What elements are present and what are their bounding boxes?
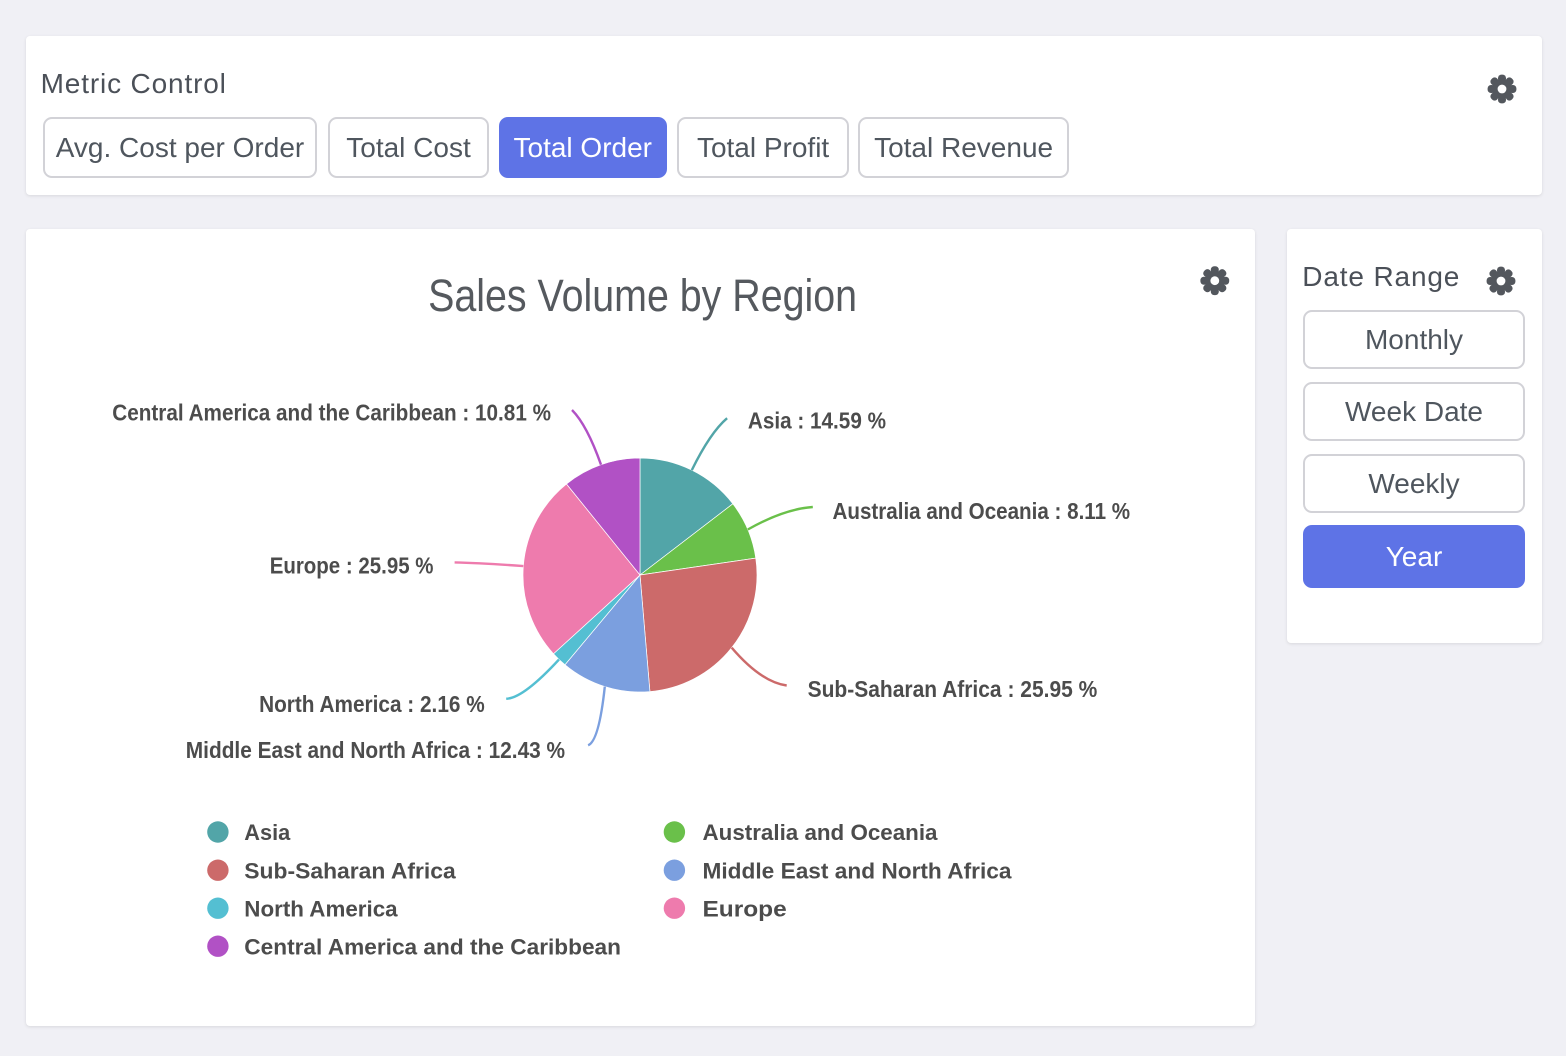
- svg-text:Central America and the Caribb: Central America and the Caribbean : 10.8…: [112, 400, 551, 426]
- svg-text:Central America and the Caribb: Central America and the Caribbean: [244, 934, 621, 959]
- svg-text:Australia and Oceania: Australia and Oceania: [703, 820, 938, 845]
- svg-text:Sub-Saharan Africa : 25.95 %: Sub-Saharan Africa : 25.95 %: [808, 676, 1098, 702]
- svg-text:Middle East and North Africa :: Middle East and North Africa : 12.43 %: [186, 737, 565, 763]
- svg-text:Asia: Asia: [244, 820, 290, 845]
- svg-text:Sub-Saharan Africa: Sub-Saharan Africa: [244, 858, 456, 883]
- svg-text:Europe: Europe: [703, 896, 787, 921]
- svg-text:Australia and Oceania : 8.11 %: Australia and Oceania : 8.11 %: [833, 498, 1131, 524]
- svg-text:Asia : 14.59 %: Asia : 14.59 %: [748, 408, 886, 434]
- svg-text:Sales Volume by Region: Sales Volume by Region: [428, 270, 857, 321]
- svg-text:Middle East and North Africa: Middle East and North Africa: [703, 858, 1012, 883]
- svg-text:North America: North America: [244, 896, 398, 921]
- svg-text:North America : 2.16 %: North America : 2.16 %: [259, 691, 485, 717]
- svg-text:Europe : 25.95 %: Europe : 25.95 %: [270, 553, 434, 579]
